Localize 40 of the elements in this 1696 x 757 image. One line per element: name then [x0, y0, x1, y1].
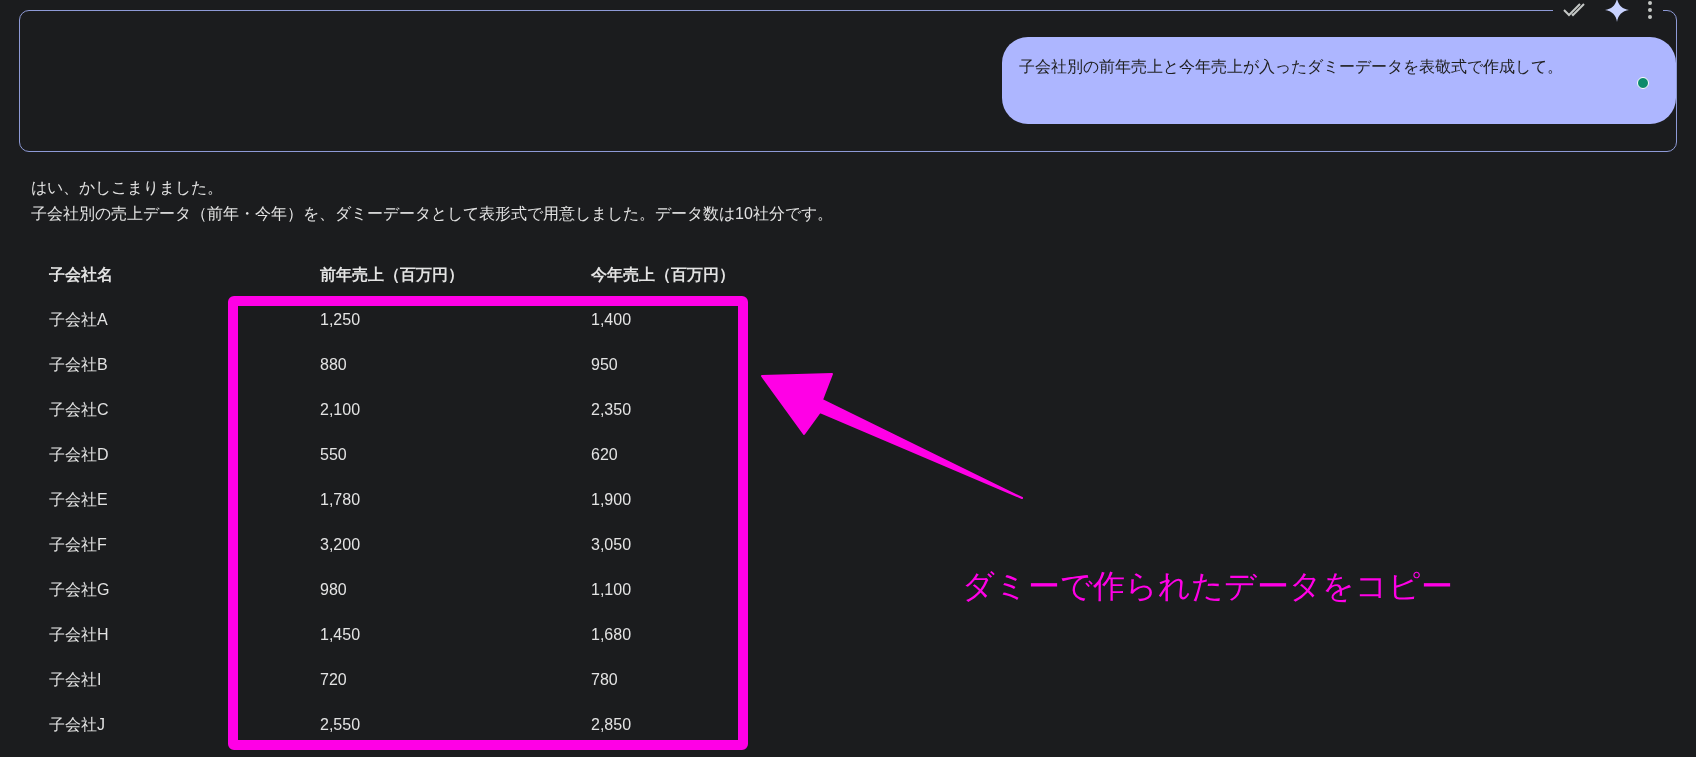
table-cell-text: 子会社I: [48, 669, 103, 690]
response-text: 子会社別の売上データ（前年・今年）を、ダミーデータとして表形式で用意しました。データ数は10社分です。: [31, 204, 834, 224]
table-cell-text: 2,550: [319, 714, 362, 735]
table-cell-text: 1,450: [319, 624, 362, 645]
table-cell-text: 3,200: [319, 534, 362, 555]
table-cell-text: 子会社G: [48, 579, 111, 600]
table-cell-text: 1,100: [590, 579, 633, 600]
table-cell-text: 1,250: [319, 309, 362, 330]
table-cell-text: 880: [319, 354, 348, 375]
table-cell-text: 2,350: [590, 399, 633, 420]
sparkle-icon[interactable]: [1605, 0, 1629, 22]
table-cell-text: 2,850: [590, 714, 633, 735]
column-header: 前年売上（百万円）: [319, 265, 465, 285]
table-cell-text: 子会社E: [48, 489, 109, 510]
column-header: 今年売上（百万円）: [590, 265, 736, 285]
table-cell-text: 980: [319, 579, 348, 600]
column-header: 子会社名: [48, 265, 114, 285]
table-cell-text: 1,900: [590, 489, 633, 510]
table-cell-text: 550: [319, 444, 348, 465]
annotation-text: ダミーで作られたデータをコピー: [962, 567, 1453, 606]
table-cell-text: 780: [590, 669, 619, 690]
table-cell-text: 子会社H: [48, 624, 110, 645]
prompt-text: 子会社別の前年売上と今年売上が入ったダミーデータを表敬式で作成して。: [1019, 58, 1563, 75]
table-cell-text: 950: [590, 354, 619, 375]
table-cell-text: 子会社A: [48, 309, 109, 330]
table-cell-text: 1,780: [319, 489, 362, 510]
table-cell-text: 子会社D: [48, 444, 110, 465]
table-cell-text: 2,100: [319, 399, 362, 420]
table-cell-text: 子会社J: [48, 714, 106, 735]
table-cell-text: 1,400: [590, 309, 633, 330]
double-check-icon[interactable]: [1563, 2, 1587, 18]
table-cell-text: 620: [590, 444, 619, 465]
table-cell-text: 子会社B: [48, 354, 109, 375]
more-options-icon[interactable]: [1647, 0, 1653, 20]
table-cell-text: 子会社F: [48, 534, 108, 555]
response-text: はい、かしこまりました。: [31, 178, 224, 198]
table-cell-text: 子会社C: [48, 399, 110, 420]
table-cell-text: 3,050: [590, 534, 633, 555]
table-cell-text: 1,680: [590, 624, 633, 645]
table-cell-text: 720: [319, 669, 348, 690]
